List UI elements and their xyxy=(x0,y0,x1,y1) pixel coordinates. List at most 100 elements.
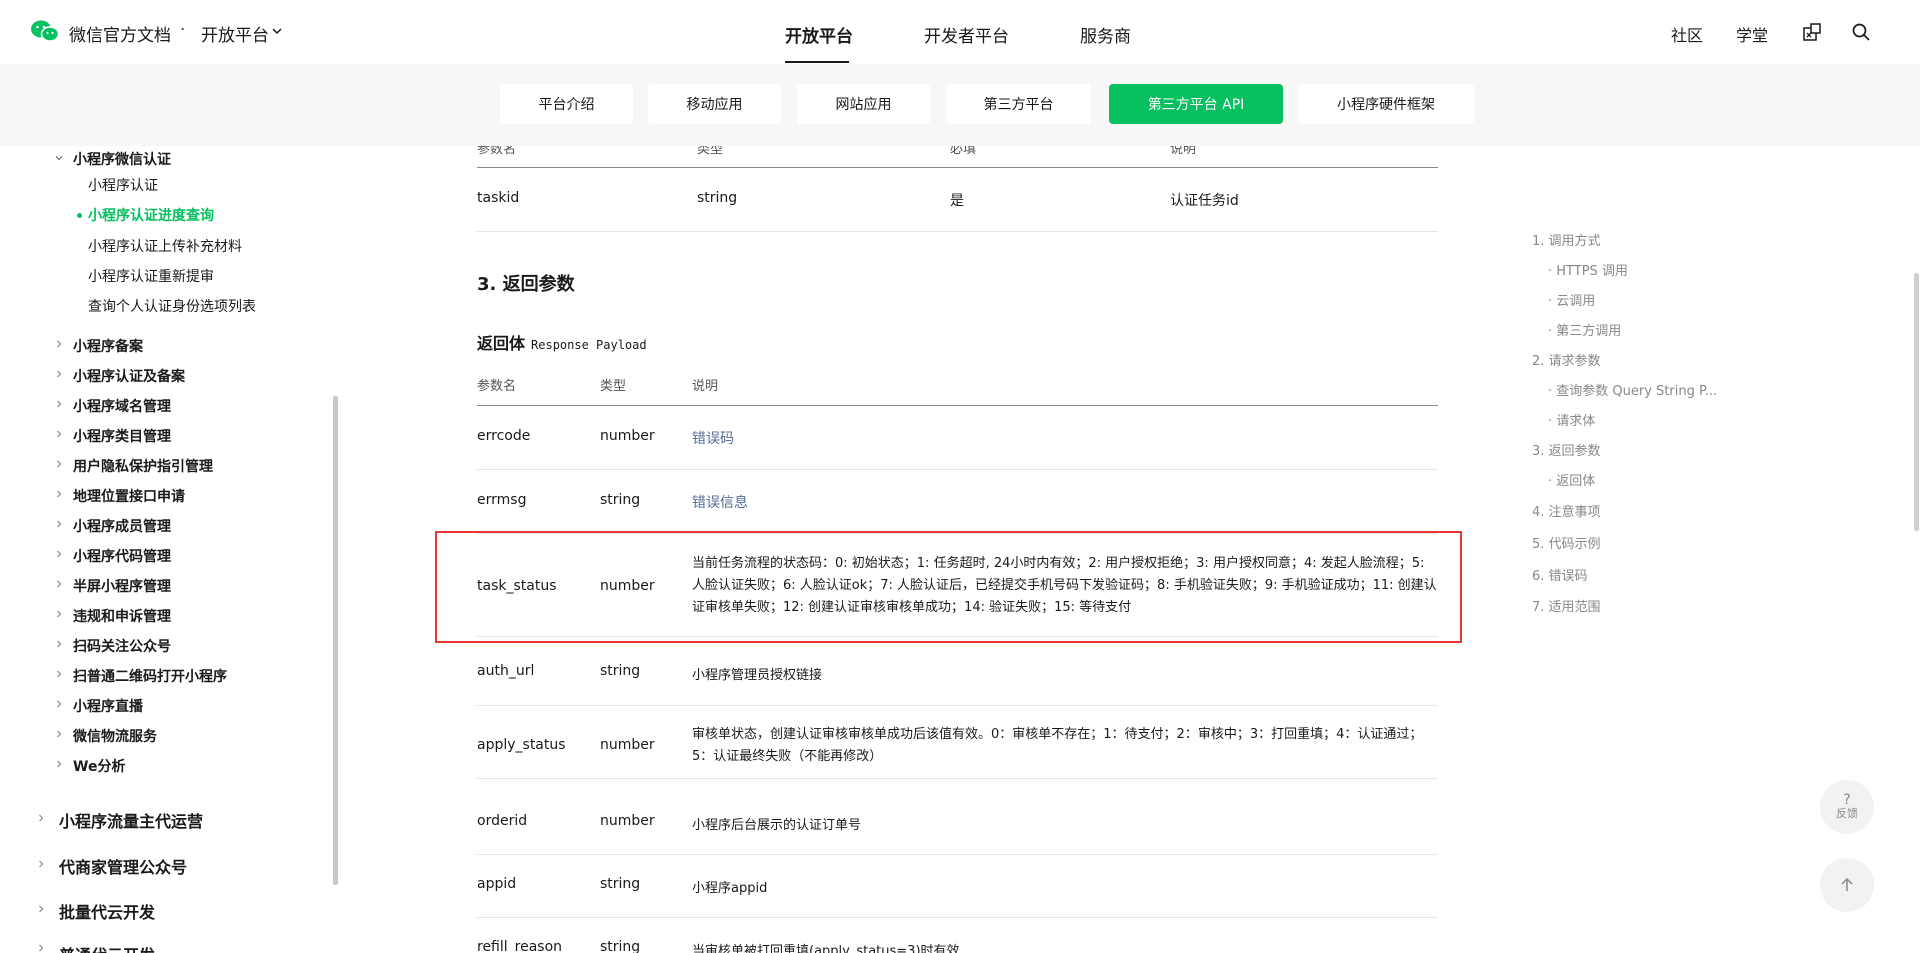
sidebar-item[interactable]: 地理位置接口申请 xyxy=(73,486,185,506)
sidebar-item[interactable]: 小程序备案 xyxy=(73,336,143,356)
feedback-button[interactable]: ? 反馈 xyxy=(1820,780,1874,834)
chevron-right-icon[interactable] xyxy=(55,670,63,678)
table-cell: number xyxy=(600,737,655,753)
toc-item[interactable]: 6. 错误码 xyxy=(1532,565,1588,584)
sidebar-item[interactable]: 扫普通二维码打开小程序 xyxy=(73,666,227,686)
highlight-box xyxy=(435,531,1462,643)
toc-subitem[interactable]: · 云调用 xyxy=(1548,290,1595,309)
chevron-right-icon[interactable] xyxy=(55,430,63,438)
chevron-right-icon[interactable] xyxy=(55,460,63,468)
sidebar-item-identity-options[interactable]: 查询个人认证身份选项列表 xyxy=(88,296,256,316)
sidebar-item[interactable]: 小程序域名管理 xyxy=(73,396,171,416)
chevron-right-icon[interactable] xyxy=(55,550,63,558)
platform-dropdown[interactable]: 开放平台 xyxy=(201,21,269,46)
sidebar-item[interactable]: 小程序代码管理 xyxy=(73,546,171,566)
table-cell: string xyxy=(600,492,641,508)
tab-third-party-platform[interactable]: 第三方平台 xyxy=(946,84,1091,124)
chevron-right-icon[interactable] xyxy=(55,490,63,498)
tab-platform-intro[interactable]: 平台介绍 xyxy=(500,84,633,124)
toc-item[interactable]: 2. 请求参数 xyxy=(1532,350,1601,369)
sidebar-item[interactable]: 小程序类目管理 xyxy=(73,426,171,446)
chevron-right-icon[interactable] xyxy=(37,905,45,913)
table-cell: 小程序后台展示的认证订单号 xyxy=(692,818,862,833)
sidebar-item[interactable]: We分析 xyxy=(73,756,125,776)
sidebar-top-item[interactable]: 批量代云开发 xyxy=(59,899,155,923)
nav-service-provider[interactable]: 服务商 xyxy=(1080,22,1131,47)
chevron-right-icon[interactable] xyxy=(55,340,63,348)
chevron-down-icon[interactable] xyxy=(271,25,283,37)
wechat-logo-icon[interactable] xyxy=(30,18,60,44)
table-cell: string xyxy=(600,939,641,953)
top-header: 微信官方文档 · 开放平台 开放平台 开发者平台 服务商 社区 学堂 xyxy=(0,0,1920,64)
error-message-link[interactable]: 错误信息 xyxy=(692,492,748,512)
tab-mobile-apps[interactable]: 移动应用 xyxy=(648,84,781,124)
chevron-right-icon[interactable] xyxy=(55,730,63,738)
toc-subitem[interactable]: · 查询参数 Query String P... xyxy=(1548,380,1717,399)
toc-subitem[interactable]: · HTTPS 调用 xyxy=(1548,260,1628,279)
table-cell: orderid xyxy=(477,813,528,829)
academy-link[interactable]: 学堂 xyxy=(1736,22,1768,46)
sidebar-item[interactable]: 小程序直播 xyxy=(73,696,143,716)
sidebar-item[interactable]: 半屏小程序管理 xyxy=(73,576,171,596)
chevron-right-icon[interactable] xyxy=(37,944,45,952)
chevron-right-icon[interactable] xyxy=(37,814,45,822)
sidebar-item-upload-material[interactable]: 小程序认证上传补充材料 xyxy=(88,236,242,256)
sidebar-top-item[interactable]: 代商家管理公众号 xyxy=(59,854,187,878)
sidebar-item-resubmit[interactable]: 小程序认证重新提审 xyxy=(88,266,214,286)
toc-item[interactable]: 5. 代码示例 xyxy=(1532,533,1601,552)
chevron-right-icon[interactable] xyxy=(55,760,63,768)
tab-mini-program-hardware[interactable]: 小程序硬件框架 xyxy=(1298,84,1474,124)
chevron-right-icon[interactable] xyxy=(37,860,45,868)
table-cell: 认证任务id xyxy=(1170,193,1239,209)
table-cell: 是 xyxy=(950,193,964,209)
back-to-top-button[interactable] xyxy=(1820,858,1874,912)
table-cell: errcode xyxy=(477,428,531,444)
sidebar-group-mp-certification[interactable]: 小程序微信认证 xyxy=(73,149,171,169)
toc-subitem[interactable]: · 请求体 xyxy=(1548,410,1595,429)
nav-open-platform[interactable]: 开放平台 xyxy=(785,22,853,47)
sidebar-item[interactable]: 扫码关注公众号 xyxy=(73,636,171,656)
toc-item[interactable]: 7. 适用范围 xyxy=(1532,596,1601,615)
chevron-right-icon[interactable] xyxy=(55,700,63,708)
chevron-right-icon[interactable] xyxy=(55,640,63,648)
sidebar-item[interactable]: 微信物流服务 xyxy=(73,726,157,746)
sidebar-item[interactable]: 小程序成员管理 xyxy=(73,516,171,536)
tab-website-apps[interactable]: 网站应用 xyxy=(797,84,930,124)
error-code-link[interactable]: 错误码 xyxy=(692,428,734,448)
toc-subitem[interactable]: · 第三方调用 xyxy=(1548,320,1621,339)
mini-program-icon[interactable] xyxy=(1802,22,1822,42)
search-icon[interactable] xyxy=(1851,22,1871,42)
sidebar-item[interactable]: 用户隐私保护指引管理 xyxy=(73,456,213,476)
subsection-label: 返回体 xyxy=(477,334,526,353)
col-header: 参数名 xyxy=(477,379,517,394)
chevron-right-icon[interactable] xyxy=(55,400,63,408)
community-link[interactable]: 社区 xyxy=(1671,22,1703,46)
table-cell: number xyxy=(600,428,655,444)
toc-subitem[interactable]: · 返回体 xyxy=(1548,470,1595,489)
toc-item[interactable]: 1. 调用方式 xyxy=(1532,230,1601,249)
sidebar-item[interactable]: 小程序认证及备案 xyxy=(73,366,185,386)
chevron-right-icon[interactable] xyxy=(55,610,63,618)
sidebar-item[interactable]: 违规和申诉管理 xyxy=(73,606,171,626)
chevron-right-icon[interactable] xyxy=(55,370,63,378)
nav-developer-platform[interactable]: 开发者平台 xyxy=(924,22,1009,47)
toc-item[interactable]: 3. 返回参数 xyxy=(1532,440,1601,459)
sidebar-item-cert-progress[interactable]: 小程序认证进度查询 xyxy=(88,205,214,225)
table-cell: string xyxy=(697,190,738,206)
sidebar-top-item[interactable]: 小程序流量主代运营 xyxy=(59,808,203,832)
table-cell: 小程序appid xyxy=(692,881,768,896)
sidebar-item-mp-cert[interactable]: 小程序认证 xyxy=(88,175,158,195)
sub-navigation: 平台介绍 移动应用 网站应用 第三方平台 第三方平台 API 小程序硬件框架 xyxy=(0,64,1920,146)
chevron-down-icon[interactable] xyxy=(55,154,63,162)
sidebar-top-item[interactable]: 普通代云开发 xyxy=(59,942,155,953)
col-header: 必填 xyxy=(950,146,977,157)
brand-title[interactable]: 微信官方文档 xyxy=(69,21,171,46)
tab-third-party-api[interactable]: 第三方平台 API xyxy=(1109,84,1283,124)
toc-item[interactable]: 4. 注意事项 xyxy=(1532,501,1601,520)
chevron-right-icon[interactable] xyxy=(55,520,63,528)
page-scrollbar[interactable] xyxy=(1914,273,1919,531)
row-rule xyxy=(477,854,1438,855)
table-cell: string xyxy=(600,663,641,679)
chevron-right-icon[interactable] xyxy=(55,580,63,588)
table-cell: taskid xyxy=(477,190,520,206)
